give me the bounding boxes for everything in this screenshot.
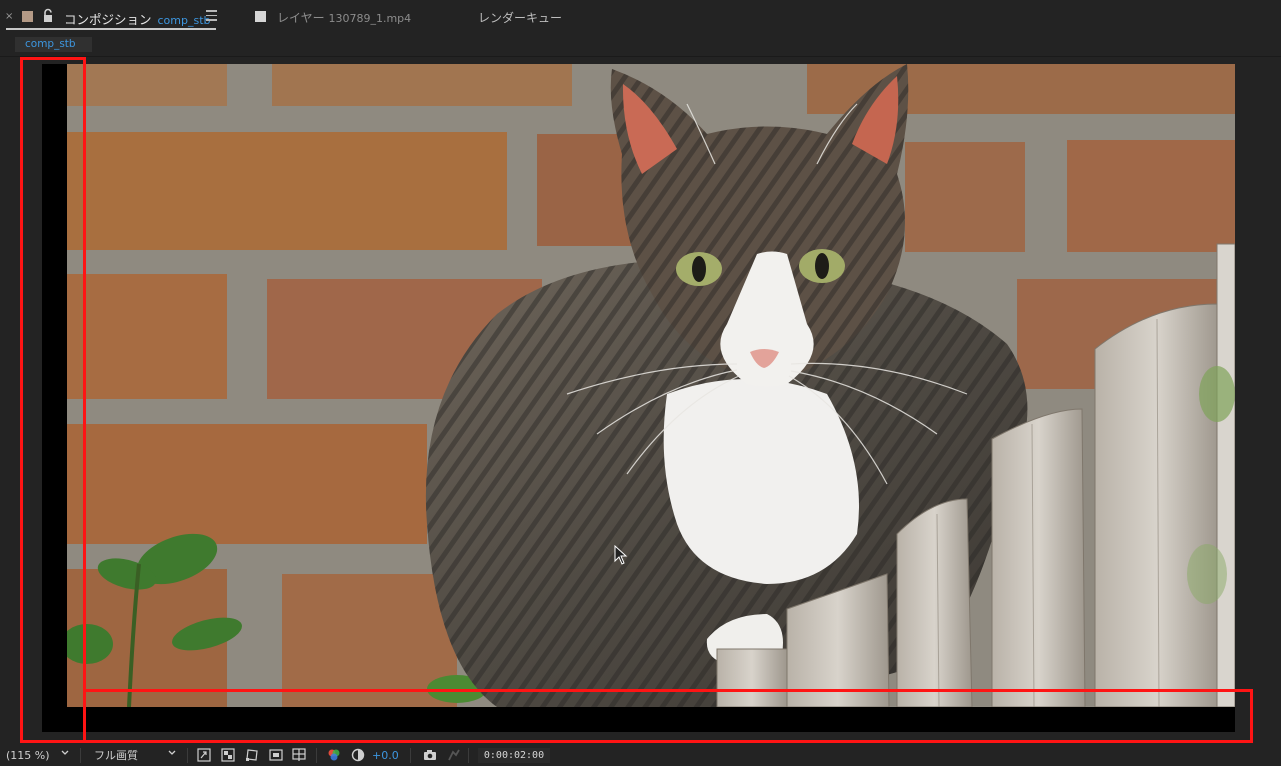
active-tab-indicator (6, 28, 216, 30)
composition-tab-label: コンポジション (64, 12, 152, 27)
close-icon[interactable]: × (5, 11, 13, 22)
toolbar-divider (316, 748, 317, 763)
magnification-dropdown[interactable]: (115 %) (6, 748, 50, 763)
composition-navigator-bar: comp_stb (0, 33, 1281, 57)
resolution-dropdown[interactable]: フル画質 (94, 748, 138, 763)
highlight-box-left-top (20, 57, 86, 743)
snapshot-icon[interactable] (423, 748, 437, 762)
transparency-grid-icon[interactable] (221, 748, 235, 762)
label-color-swatch (22, 11, 33, 22)
breadcrumb-composition[interactable]: comp_stb (15, 37, 92, 52)
toolbar-divider (468, 748, 469, 763)
tab-render-queue[interactable]: レンダーキュー (478, 0, 598, 33)
highlight-box-bottom-top-edge (83, 689, 1253, 692)
toolbar-divider (410, 748, 411, 763)
composition-viewer[interactable] (0, 57, 1281, 745)
cat-on-fence-image (67, 64, 1235, 707)
toolbar-divider (80, 748, 81, 763)
layer-tab-title: レイヤー 130789_1.mp4 (277, 9, 411, 26)
highlight-box-bottom (20, 689, 1253, 743)
lock-icon[interactable] (41, 8, 55, 24)
chevron-down-icon[interactable] (168, 750, 176, 756)
mouse-cursor-icon (614, 545, 628, 565)
show-snapshot-icon[interactable] (447, 748, 461, 762)
current-time-display[interactable]: 0:00:02:00 (478, 748, 550, 763)
mask-path-visibility-icon[interactable] (245, 748, 259, 762)
layer-tab-name: 130789_1.mp4 (328, 12, 412, 25)
tab-composition[interactable]: × コンポジション comp_stb (0, 0, 244, 33)
exposure-value[interactable]: +0.0 (372, 748, 399, 763)
render-queue-tab-label: レンダーキュー (478, 11, 563, 25)
footage-swatch (255, 11, 266, 22)
composition-frame (42, 64, 1235, 732)
chevron-down-icon[interactable] (61, 750, 69, 756)
video-frame-cat (67, 64, 1235, 707)
viewer-toolbar: (115 %) フル画質 +0.0 0:00:02:00 (0, 745, 1281, 766)
safe-margins-icon[interactable] (269, 748, 283, 762)
region-of-interest-icon[interactable] (197, 748, 211, 762)
tab-layer[interactable]: レイヤー 130789_1.mp4 (252, 0, 442, 33)
grid-guides-icon[interactable] (292, 748, 306, 762)
panel-menu-icon[interactable] (206, 10, 217, 21)
color-channels-icon[interactable] (327, 748, 341, 762)
toolbar-divider (187, 748, 188, 763)
composition-tab-name: comp_stb (157, 14, 211, 27)
composition-tab-title: コンポジション comp_stb (64, 9, 211, 28)
layer-tab-label: レイヤー (277, 11, 325, 25)
panel-tab-bar: × コンポジション comp_stb レイヤー 130789_1.mp4 レンダ… (0, 0, 1281, 33)
reset-exposure-icon[interactable] (351, 748, 365, 762)
